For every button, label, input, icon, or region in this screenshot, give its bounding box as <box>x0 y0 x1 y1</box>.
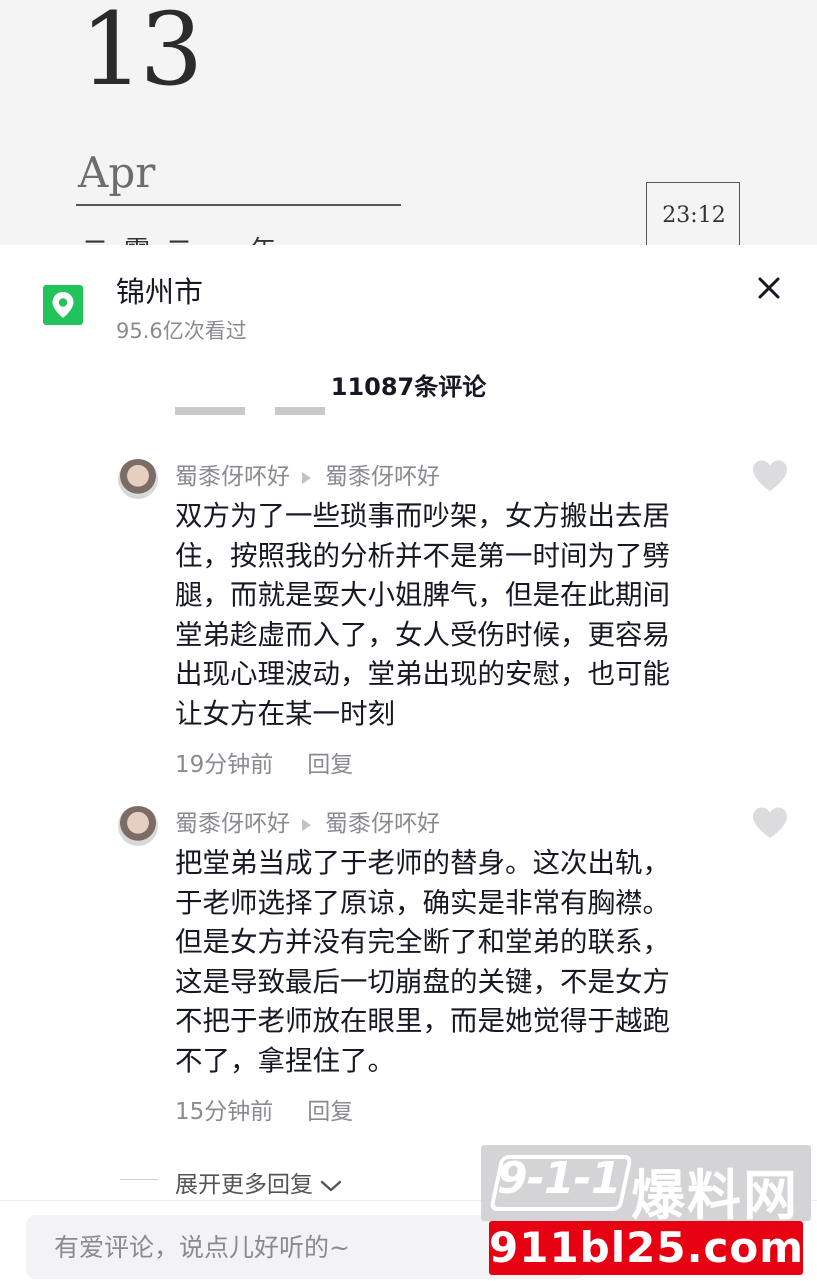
background-divider <box>76 204 401 206</box>
comment-line: 不把于老师放在眼里，而是她觉得于越跑 <box>175 1005 670 1037</box>
avatar[interactable] <box>118 806 158 846</box>
comment-line: 双方为了一些琐事而吵架，女方搬出去居 <box>175 500 670 532</box>
reply-button[interactable]: 回复 <box>307 1099 353 1125</box>
expand-label: 展开更多回复 <box>175 1172 313 1198</box>
reply-to-author[interactable]: 蜀黍伢吥好 <box>325 811 440 837</box>
location-title[interactable]: 锦州市 <box>116 269 203 311</box>
comment-sheet: 锦州市 95.6亿次看过 11087条评论 蜀黍伢吥好 蜀黍伢吥好 双方为了一些琐… <box>0 245 817 1281</box>
comment-count: 11087条评论 <box>330 373 487 401</box>
comment-meta: 15分钟前 回复 <box>175 1092 353 1126</box>
comment-author-line: 蜀黍伢吥好 蜀黍伢吥好 <box>175 804 440 838</box>
comment-author-line: 蜀黍伢吥好 蜀黍伢吥好 <box>175 457 440 491</box>
comment-time: 15分钟前 <box>175 1099 274 1125</box>
watermark-url: 911bl25.com <box>489 1223 805 1272</box>
comment-line: 出现心理波动，堂弟出现的安慰，也可能 <box>175 658 670 690</box>
like-heart-icon[interactable] <box>751 459 789 493</box>
reply-arrow-icon <box>302 818 311 831</box>
comment-input[interactable] <box>54 1229 494 1265</box>
reply-button[interactable]: 回复 <box>307 752 353 778</box>
watermark-banner: 9-1-1 爆料网 <box>481 1145 811 1227</box>
comment-line: 不了，拿捏住了。 <box>175 1044 395 1077</box>
reply-to-author[interactable]: 蜀黍伢吥好 <box>325 464 440 490</box>
watermark-name: 爆料网 <box>631 1164 799 1227</box>
comment-line: 住，按照我的分析并不是第一时间为了劈 <box>175 539 670 572</box>
comment-author[interactable]: 蜀黍伢吥好 <box>175 811 290 837</box>
comment-line: 这是导致最后一切崩盘的关键，不是女方 <box>175 965 670 998</box>
comment-line: 让女方在某一时刻 <box>175 697 395 730</box>
close-icon[interactable] <box>752 271 786 305</box>
avatar[interactable] <box>118 459 158 499</box>
background-month: Apr <box>78 148 156 197</box>
comment-meta: 19分钟前 回复 <box>175 745 353 779</box>
comment-line: 把堂弟当成了于老师的替身。这次出轨， <box>175 847 670 879</box>
watermark: 9-1-1 爆料网 911bl25.com <box>481 1145 811 1277</box>
comment-time: 19分钟前 <box>175 752 274 778</box>
watermark-url-bar: 911bl25.com <box>489 1221 803 1275</box>
comment-author[interactable]: 蜀黍伢吥好 <box>175 464 290 490</box>
background-time: 23:12 <box>662 203 726 228</box>
background-day: 13 <box>80 0 203 108</box>
location-pin-icon[interactable] <box>43 285 83 325</box>
comment-line: 于老师选择了原谅，确实是非常有胸襟。 <box>175 886 670 919</box>
comment-text: 双方为了一些琐事而吵架，女方搬出去居 住，按照我的分析并不是第一时间为了劈 腿，… <box>175 497 720 734</box>
watermark-logo: 9-1-1 <box>497 1153 621 1204</box>
video-background: 13 Apr 23:12 二零二一年 <box>0 0 817 250</box>
comment-line: 但是女方并没有完全断了和堂弟的联系， <box>175 926 670 958</box>
location-views: 95.6亿次看过 <box>116 319 247 343</box>
expand-divider <box>120 1179 158 1180</box>
comment-line: 堂弟趁虚而入了，女人受伤时候，更容易 <box>175 618 670 651</box>
comment-text: 把堂弟当成了于老师的替身。这次出轨， 于老师选择了原谅，确实是非常有胸襟。 但是… <box>175 844 720 1081</box>
reply-arrow-icon <box>302 471 311 484</box>
like-heart-icon[interactable] <box>751 806 789 840</box>
comment-line: 腿，而就是耍大小姐脾气，但是在此期间 <box>175 579 670 611</box>
chevron-down-icon <box>321 1180 342 1191</box>
clipped-previous-row <box>175 407 375 415</box>
background-time-box: 23:12 <box>646 182 740 250</box>
expand-more-replies[interactable]: 展开更多回复 <box>175 1165 342 1199</box>
